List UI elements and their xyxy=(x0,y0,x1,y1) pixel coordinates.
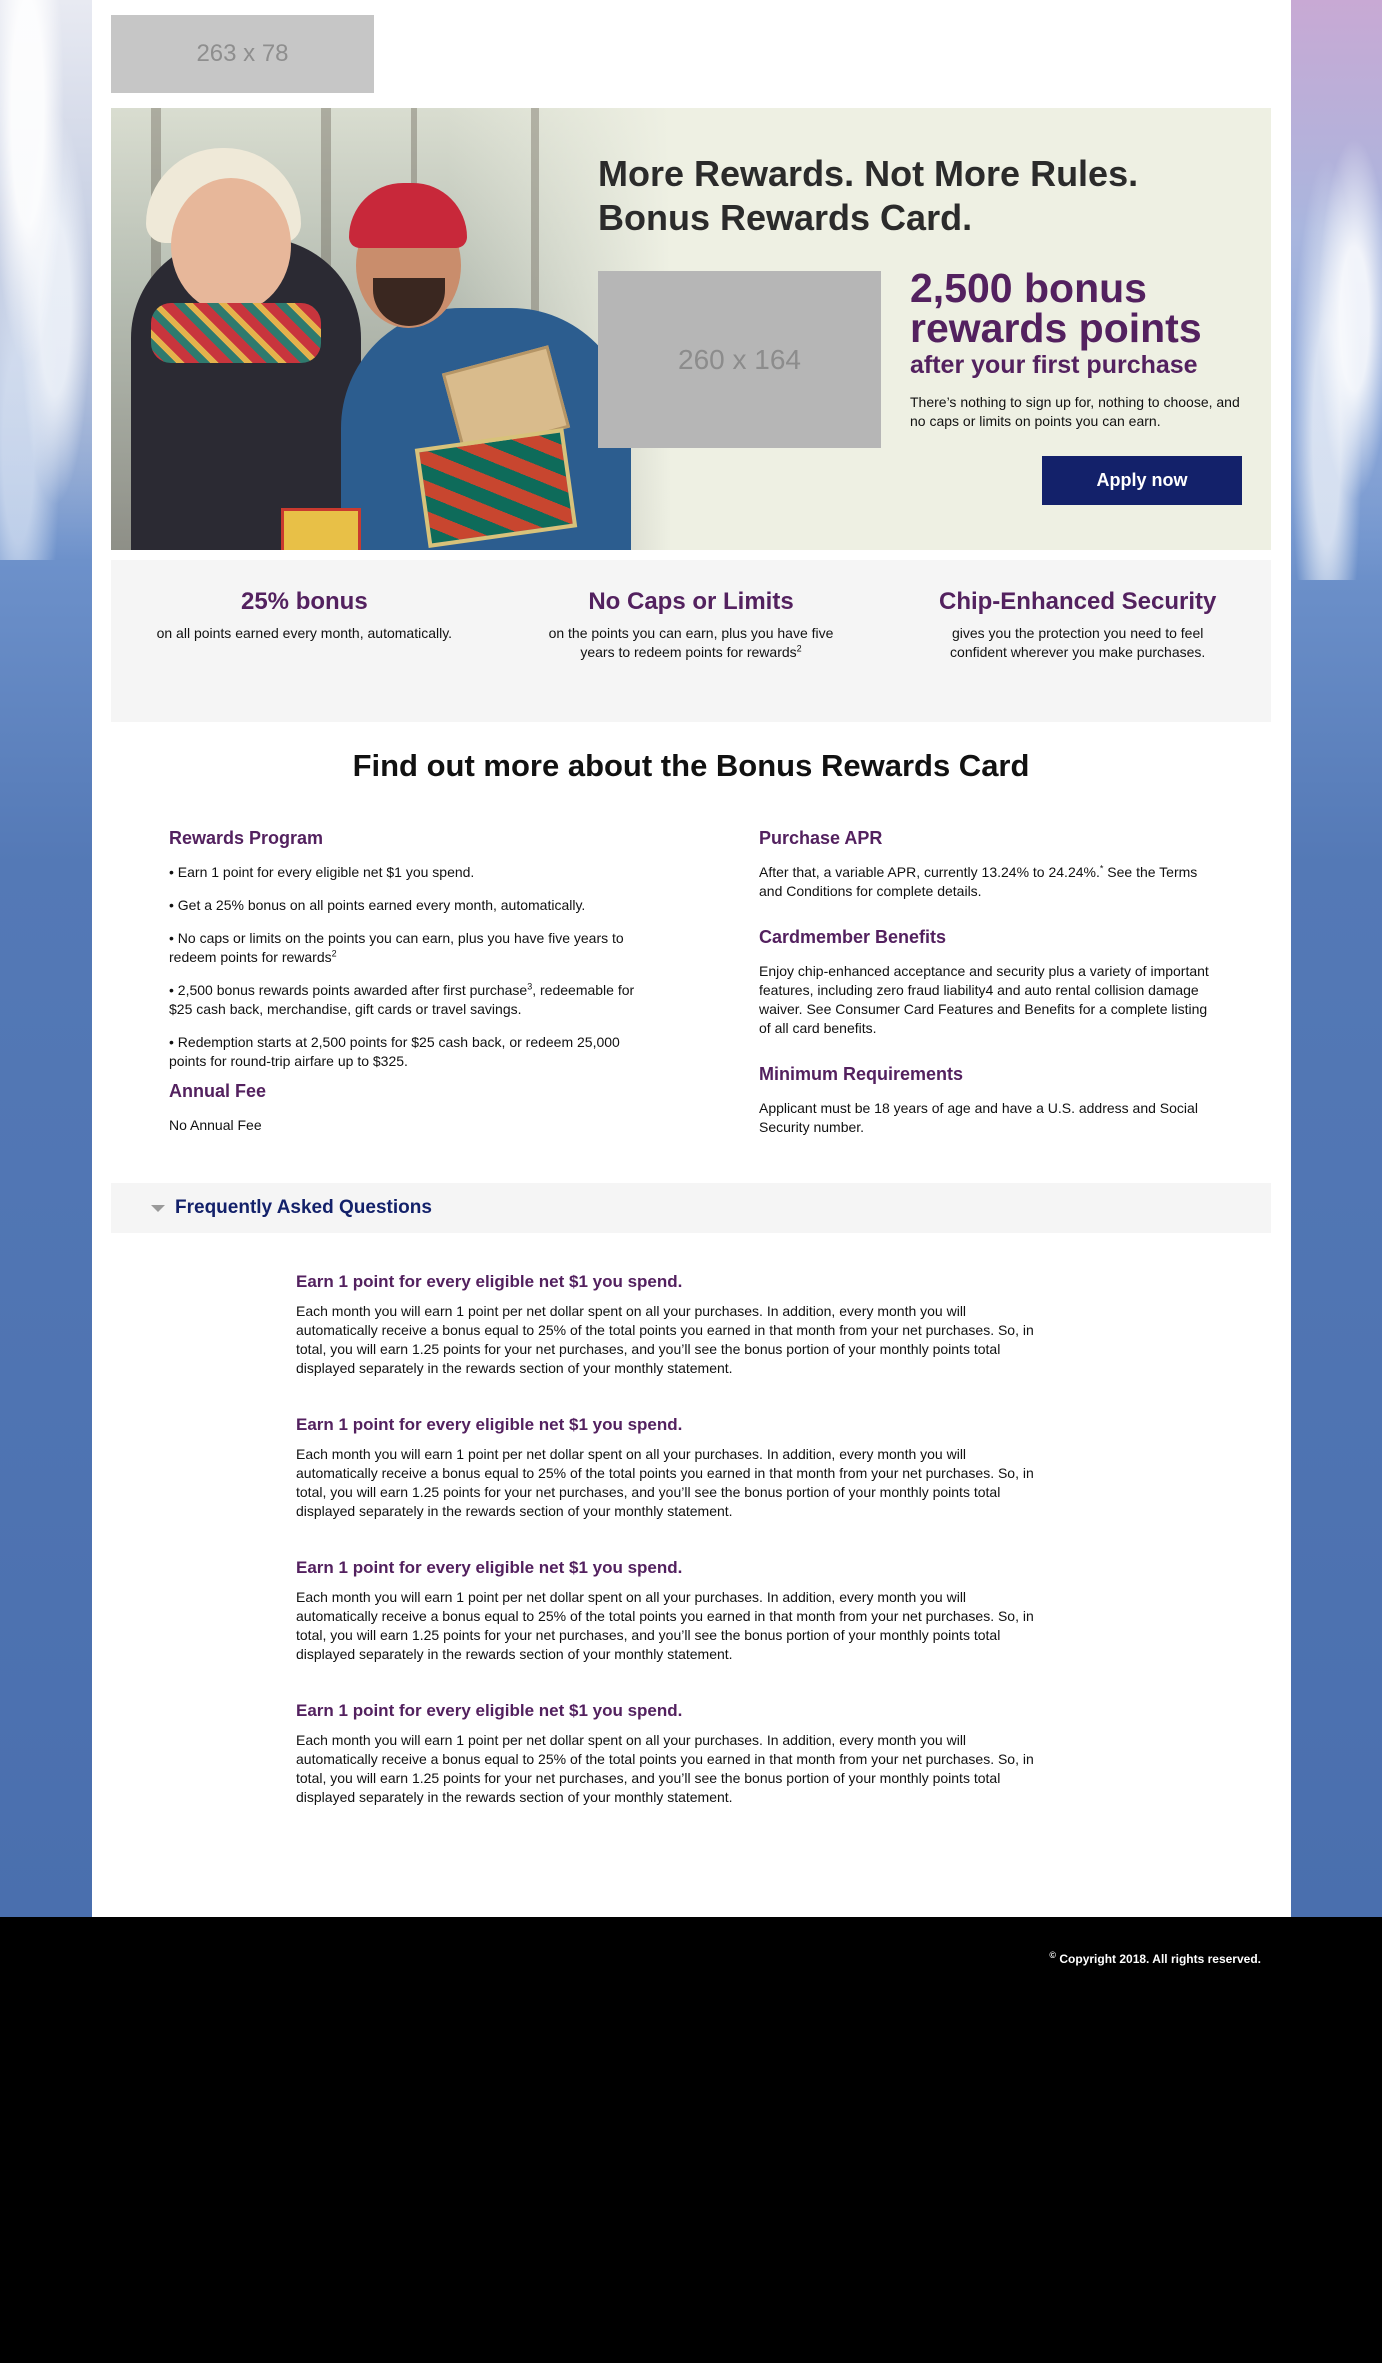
page-container: 263 x 78 More Rewards. Not More Rules. B… xyxy=(92,0,1291,1917)
apply-now-button[interactable]: Apply now xyxy=(1042,456,1242,505)
logo-placeholder: 263 x 78 xyxy=(111,15,374,93)
features-strip: 25% bonus on all points earned every mon… xyxy=(111,560,1271,722)
hero-photo xyxy=(111,108,671,550)
hero-title: More Rewards. Not More Rules. Bonus Rewa… xyxy=(598,153,1139,238)
minimum-requirements-heading: Minimum Requirements xyxy=(759,1064,964,1084)
faq-question: Earn 1 point for every eligible net $1 y… xyxy=(296,1415,683,1434)
faq-item: Earn 1 point for every eligible net $1 y… xyxy=(296,1701,1036,1807)
list-item: • Get a 25% bonus on all points earned e… xyxy=(169,897,586,913)
faq-item: Earn 1 point for every eligible net $1 y… xyxy=(296,1415,1036,1521)
purchase-apr-heading: Purchase APR xyxy=(759,828,883,848)
faq-item: Earn 1 point for every eligible net $1 y… xyxy=(296,1558,1036,1664)
faq-title: Frequently Asked Questions xyxy=(175,1197,432,1218)
faq-answer: Each month you will earn 1 point per net… xyxy=(296,1732,1034,1805)
bonus-headline: 2,500 bonus rewards points xyxy=(910,265,1202,351)
feature-no-caps: No Caps or Limits on the points you can … xyxy=(498,560,885,722)
feature-text: on the points you can earn, plus you hav… xyxy=(548,625,834,660)
hero-banner: More Rewards. Not More Rules. Bonus Rewa… xyxy=(111,108,1271,550)
list-item: • Redemption starts at 2,500 points for … xyxy=(169,1034,620,1069)
gift-box xyxy=(281,508,361,550)
copyright-text: © Copyright 2018. All rights reserved. xyxy=(1049,1950,1261,1967)
feature-title: No Caps or Limits xyxy=(588,588,794,615)
faq-question: Earn 1 point for every eligible net $1 y… xyxy=(296,1701,683,1720)
faq-question: Earn 1 point for every eligible net $1 y… xyxy=(296,1558,683,1577)
feature-text: on all points earned every month, automa… xyxy=(156,625,453,641)
faq-list: Earn 1 point for every eligible net $1 y… xyxy=(296,1272,1036,1844)
feature-text: gives you the protection you need to fee… xyxy=(950,625,1206,660)
faq-answer: Each month you will earn 1 point per net… xyxy=(296,1446,1034,1519)
details-title: Find out more about the Bonus Rewards Ca… xyxy=(352,748,1030,783)
minimum-requirements-text: Applicant must be 18 years of age and ha… xyxy=(759,1100,1198,1135)
details-left-column: Rewards Program • Earn 1 point for every… xyxy=(169,828,649,1149)
feature-bonus: 25% bonus on all points earned every mon… xyxy=(111,560,498,722)
faq-item: Earn 1 point for every eligible net $1 y… xyxy=(296,1272,1036,1378)
cardmember-benefits-text: Enjoy chip-enhanced acceptance and secur… xyxy=(759,963,1209,1036)
list-item: • 2,500 bonus rewards points awarded aft… xyxy=(169,981,635,1017)
list-item: • Earn 1 point for every eligible net $1… xyxy=(169,864,475,880)
details-right-column: Purchase APR After that, a variable APR,… xyxy=(759,828,1219,1151)
faq-toggle[interactable]: Frequently Asked Questions xyxy=(111,1183,1271,1233)
chevron-down-icon xyxy=(151,1204,165,1212)
gift-box xyxy=(414,428,578,548)
faq-answer: Each month you will earn 1 point per net… xyxy=(296,1303,1034,1376)
rewards-program-heading: Rewards Program xyxy=(169,828,324,848)
bonus-subheadline: after your first purchase xyxy=(910,351,1198,379)
feature-title: 25% bonus xyxy=(240,588,368,615)
faq-answer: Each month you will earn 1 point per net… xyxy=(296,1589,1034,1662)
faq-question: Earn 1 point for every eligible net $1 y… xyxy=(296,1272,683,1291)
feature-security: Chip-Enhanced Security gives you the pro… xyxy=(884,560,1271,722)
cardmember-benefits-heading: Cardmember Benefits xyxy=(759,927,947,947)
feature-title: Chip-Enhanced Security xyxy=(938,588,1217,615)
snowy-trees-right xyxy=(1290,0,1382,580)
annual-fee-heading: Annual Fee xyxy=(169,1081,267,1101)
purchase-apr-text: After that, a variable APR, currently 13… xyxy=(759,863,1198,899)
annual-fee-text: No Annual Fee xyxy=(169,1117,262,1133)
list-item: • No caps or limits on the points you ca… xyxy=(169,930,624,965)
snowy-trees-left xyxy=(0,0,92,560)
footer: © Copyright 2018. All rights reserved. xyxy=(0,1917,1382,2363)
bonus-description: There’s nothing to sign up for, nothing … xyxy=(910,394,1240,429)
hero-image-placeholder: 260 x 164 xyxy=(598,271,881,448)
